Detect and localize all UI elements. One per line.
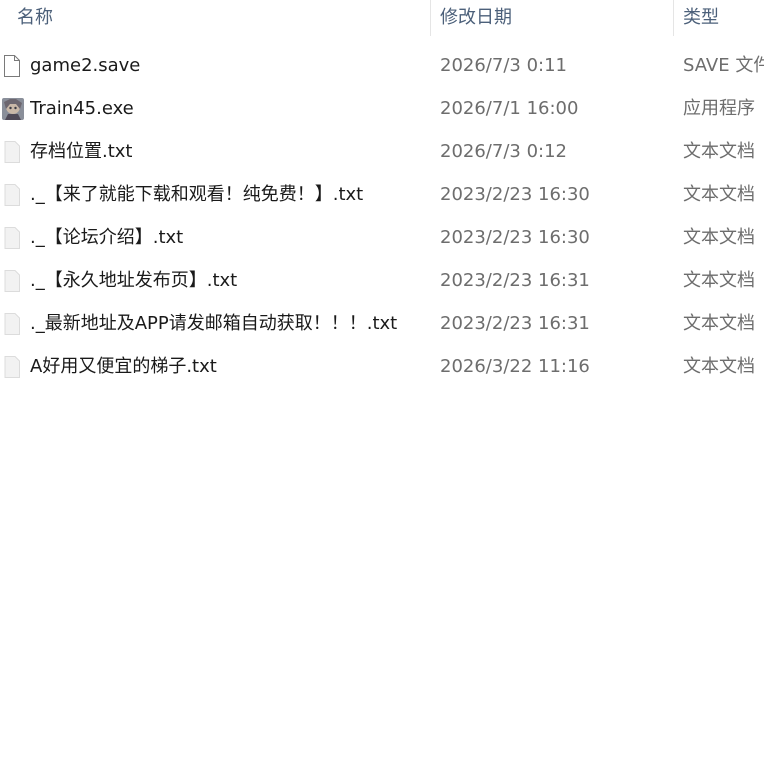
- file-name: ._【永久地址发布页】.txt: [30, 270, 238, 291]
- text-file-icon: [2, 313, 22, 335]
- file-type: 应用程序: [683, 98, 755, 119]
- file-row[interactable]: ._【永久地址发布页】.txt 2023/2/23 16:31 文本文档: [0, 259, 764, 302]
- column-header-name[interactable]: 名称: [0, 0, 430, 36]
- file-date-modified: 2023/2/23 16:30: [440, 184, 590, 205]
- file-type: 文本文档: [683, 270, 755, 291]
- column-header-date-modified[interactable]: 修改日期: [431, 0, 673, 36]
- file-row[interactable]: ._【来了就能下载和观看！纯免费！】.txt 2023/2/23 16:30 文…: [0, 173, 764, 216]
- file-name: 存档位置.txt: [30, 141, 133, 162]
- blank-file-icon: [2, 55, 22, 77]
- file-name: ._最新地址及APP请发邮箱自动获取！！！.txt: [30, 313, 398, 334]
- file-date-modified: 2026/3/22 11:16: [440, 356, 590, 377]
- text-file-icon: [2, 227, 22, 249]
- file-date-modified: 2023/2/23 16:31: [440, 313, 590, 334]
- file-date-modified: 2026/7/1 16:00: [440, 98, 579, 119]
- column-header-bar: ⌃ 名称 修改日期 类型: [0, 0, 764, 36]
- file-explorer-window: ⌃ 名称 修改日期 类型 game2.save 2026/7/3 0:11 SA…: [0, 0, 764, 759]
- text-file-icon: [2, 141, 22, 163]
- file-type: 文本文档: [683, 141, 755, 162]
- column-header-type[interactable]: 类型: [674, 0, 764, 36]
- text-file-icon: [2, 356, 22, 378]
- file-name: A好用又便宜的梯子.txt: [30, 356, 217, 377]
- file-date-modified: 2023/2/23 16:30: [440, 227, 590, 248]
- file-name: Train45.exe: [30, 98, 134, 119]
- file-type: 文本文档: [683, 356, 755, 377]
- file-row[interactable]: ._【论坛介绍】.txt 2023/2/23 16:30 文本文档: [0, 216, 764, 259]
- app-exe-icon: [2, 98, 24, 120]
- file-row[interactable]: game2.save 2026/7/3 0:11 SAVE 文件: [0, 44, 764, 87]
- file-date-modified: 2023/2/23 16:31: [440, 270, 590, 291]
- file-type: 文本文档: [683, 184, 755, 205]
- file-list: game2.save 2026/7/3 0:11 SAVE 文件 Train45…: [0, 44, 764, 388]
- file-date-modified: 2026/7/3 0:11: [440, 55, 567, 76]
- file-name: ._【来了就能下载和观看！纯免费！】.txt: [30, 184, 364, 205]
- file-row[interactable]: ._最新地址及APP请发邮箱自动获取！！！.txt 2023/2/23 16:3…: [0, 302, 764, 345]
- file-name: ._【论坛介绍】.txt: [30, 227, 184, 248]
- file-row[interactable]: 存档位置.txt 2026/7/3 0:12 文本文档: [0, 130, 764, 173]
- file-type: 文本文档: [683, 313, 755, 334]
- text-file-icon: [2, 184, 22, 206]
- file-type: SAVE 文件: [683, 55, 764, 76]
- file-date-modified: 2026/7/3 0:12: [440, 141, 567, 162]
- file-name: game2.save: [30, 55, 141, 76]
- text-file-icon: [2, 270, 22, 292]
- file-type: 文本文档: [683, 227, 755, 248]
- file-row[interactable]: A好用又便宜的梯子.txt 2026/3/22 11:16 文本文档: [0, 345, 764, 388]
- file-row[interactable]: Train45.exe 2026/7/1 16:00 应用程序: [0, 87, 764, 130]
